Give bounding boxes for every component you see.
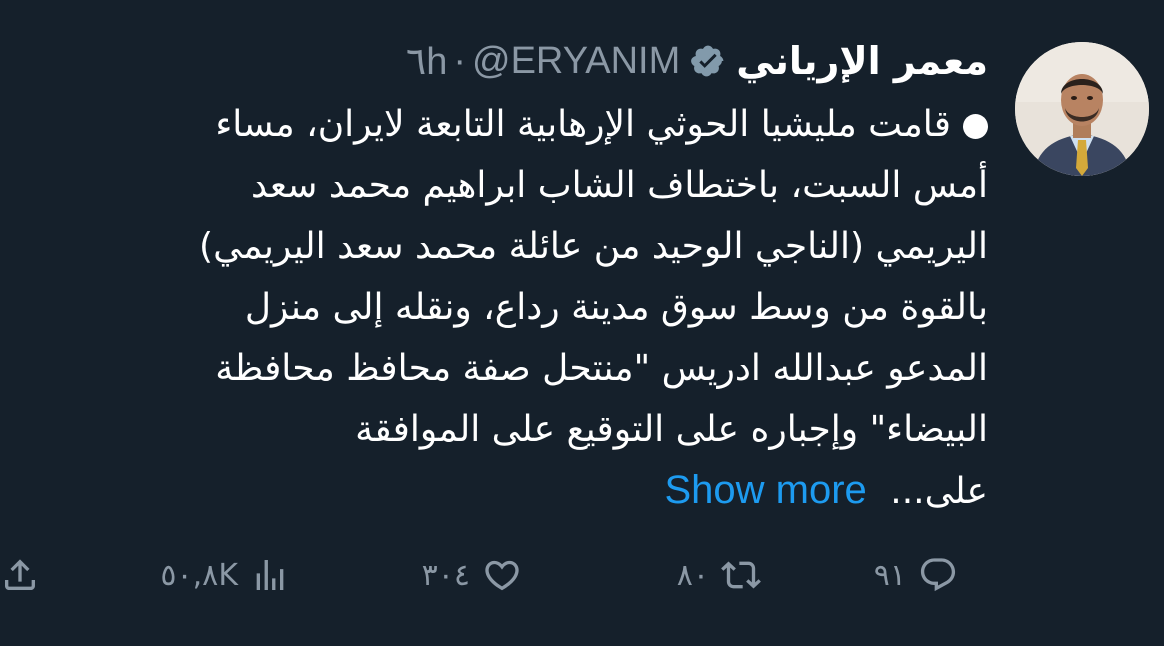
tweet[interactable]: معمر الإرياني @ERYANIM · ٦h قامت مليشيا …: [0, 0, 1164, 646]
like-count: ٣٠٤: [421, 557, 470, 593]
reply-button[interactable]: ٩١: [874, 545, 958, 605]
verified-badge-icon[interactable]: [690, 43, 726, 79]
tweet-text-line: على... Show more: [664, 468, 989, 512]
reply-count: ٩١: [873, 557, 906, 593]
share-icon: [0, 555, 40, 595]
avatar[interactable]: [1015, 42, 1149, 176]
tweet-text-line: أمس السبت، باختطاف الشاب ابراهيم محمد سع…: [251, 165, 988, 206]
bullet-icon: [963, 113, 988, 139]
action-bar: ٩١ ٨٠ ٣٠٤ ٥٠,٨K: [0, 545, 1164, 605]
show-more-link[interactable]: Show more: [665, 468, 867, 512]
views-count: ٥٠,٨K: [160, 557, 238, 593]
tweet-text-line: قامت مليشيا الحوثي الإرهابية التابعة لاي…: [28, 94, 988, 155]
tweet-text-line: المدعو عبدالله ادريس "منتحل صفة محافظ مح…: [215, 348, 988, 389]
retweet-count: ٨٠: [676, 557, 709, 593]
tweet-text-line: بالقوة من وسط سوق مدينة رداع، ونقله إلى …: [244, 287, 988, 328]
heart-icon: [482, 555, 522, 595]
tweet-text-line: اليريمي (الناجي الوحيد من عائلة محمد سعد…: [199, 226, 988, 267]
tweet-header: معمر الإرياني @ERYANIM · ٦h: [406, 30, 988, 92]
handle[interactable]: @ERYANIM: [472, 40, 680, 83]
display-name[interactable]: معمر الإرياني: [736, 39, 988, 83]
tweet-text-line: البيضاء" وإجباره على التوقيع على الموافق…: [355, 409, 988, 450]
retweet-button[interactable]: ٨٠: [677, 545, 761, 605]
views-button[interactable]: ٥٠,٨K: [160, 545, 290, 605]
separator-dot: ·: [453, 39, 467, 82]
views-chart-icon: [250, 555, 290, 595]
tweet-text: قامت مليشيا الحوثي الإرهابية التابعة لاي…: [28, 94, 988, 522]
reply-icon: [918, 555, 958, 595]
timestamp[interactable]: ٦h: [406, 39, 448, 84]
share-button[interactable]: [0, 545, 40, 605]
like-button[interactable]: ٣٠٤: [422, 545, 522, 605]
retweet-icon: [721, 555, 761, 595]
